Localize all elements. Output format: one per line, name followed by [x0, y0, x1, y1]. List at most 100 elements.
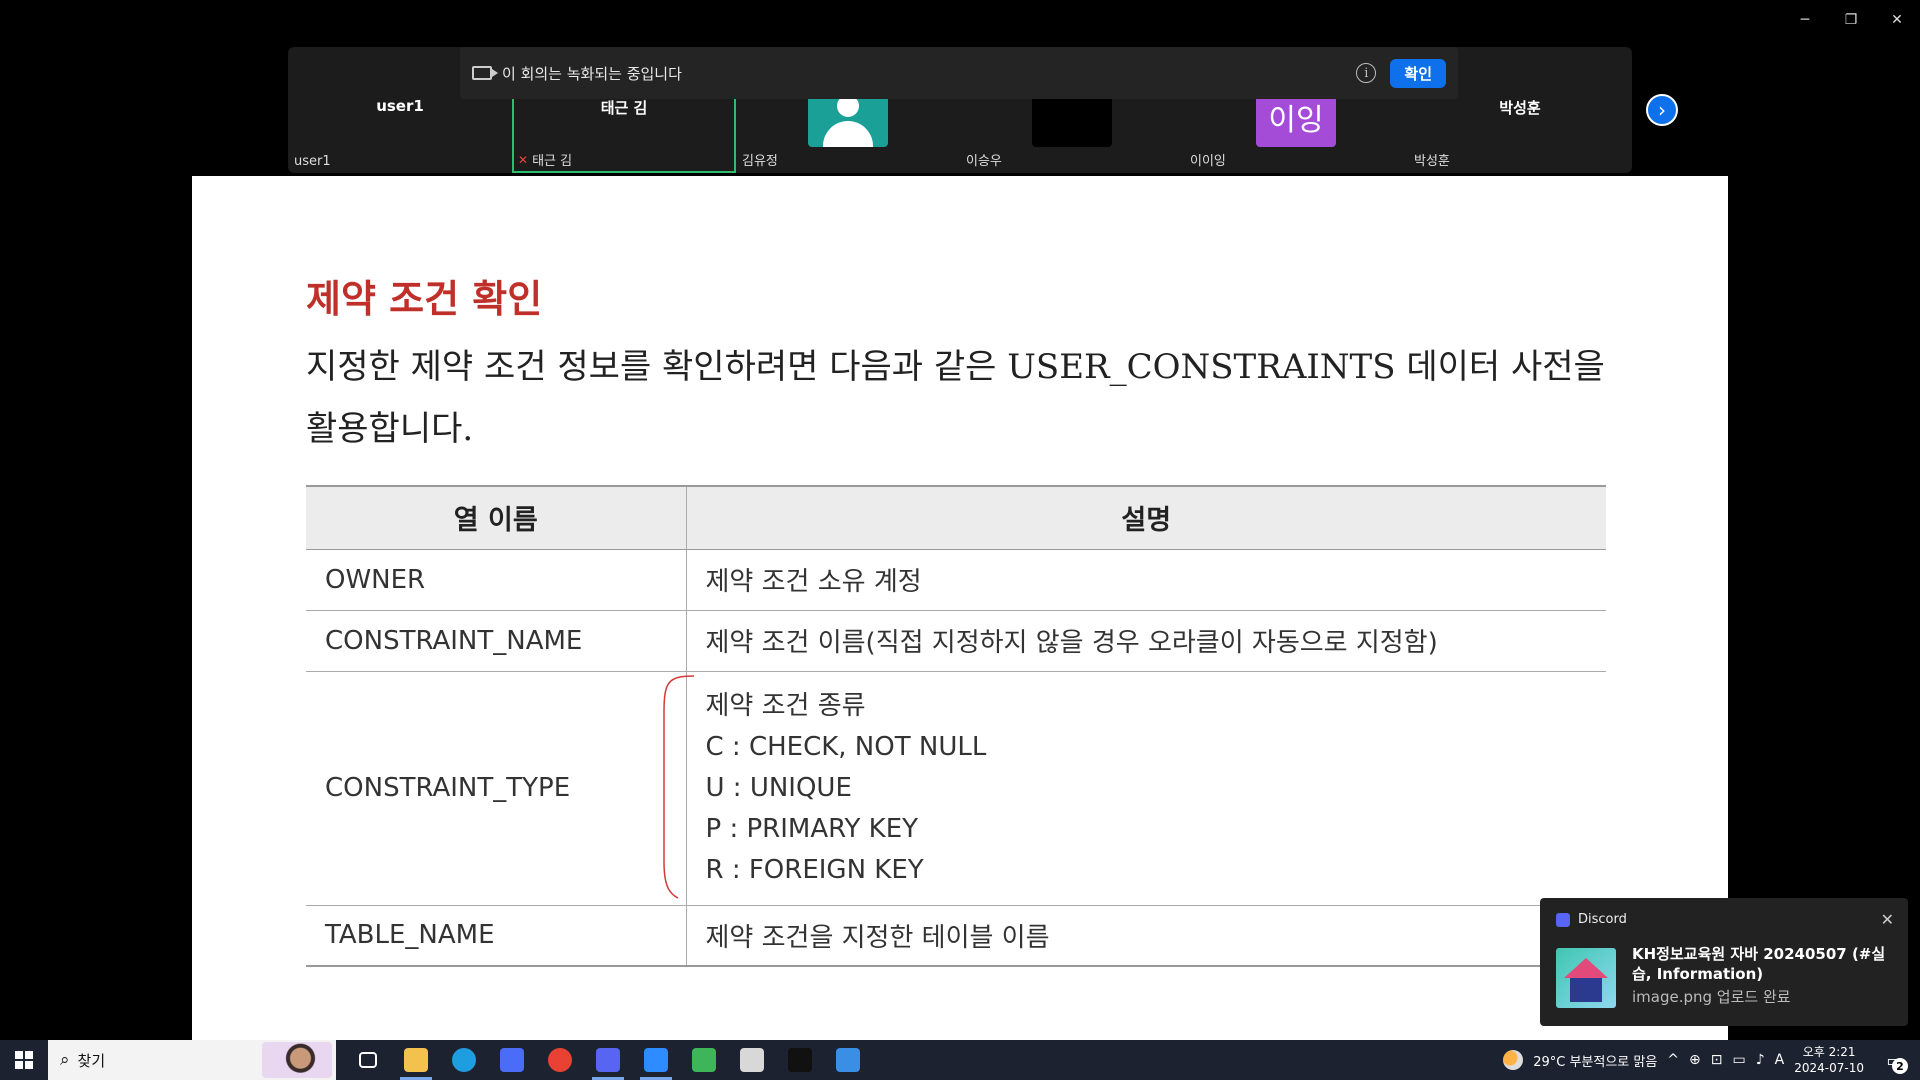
notepad-icon — [740, 1048, 764, 1072]
terminal-taskbar-button[interactable] — [776, 1040, 824, 1080]
taskbar-app-icons — [344, 1040, 872, 1080]
chrome-icon — [548, 1048, 572, 1072]
task-view-taskbar-button[interactable] — [344, 1040, 392, 1080]
toast-header: Discord — [1556, 912, 1627, 927]
handwritten-bracket-annotation — [663, 675, 695, 899]
terminal-icon — [788, 1048, 812, 1072]
meet-now-icon[interactable]: ⊕ — [1689, 1052, 1701, 1068]
row-desc-cell: 제약 조건 이름(직접 지정하지 않을 경우 오라클이 자동으로 지정함) — [686, 610, 1606, 672]
input-method-icon[interactable]: A — [1775, 1052, 1785, 1068]
start-button[interactable] — [0, 1040, 48, 1080]
participant-name-text: 이승우 — [966, 154, 1002, 169]
discord-notification-toast[interactable]: Discord ✕ KH정보교육원 자바 20240507 (#실습, Info… — [1540, 898, 1908, 1026]
table-row: OWNER 제약 조건 소유 계정 — [306, 549, 1606, 611]
participant-name-text: 김유정 — [742, 154, 778, 169]
next-page-arrow-icon[interactable]: › — [1646, 94, 1678, 126]
toast-subtitle: image.png 업로드 완료 — [1632, 988, 1791, 1006]
notification-count-badge: 2 — [1892, 1058, 1908, 1074]
search-placeholder: 찾기 — [77, 1051, 106, 1070]
slide-title: 제약 조건 확인 — [306, 277, 543, 321]
show-hidden-icons-icon[interactable]: ^ — [1667, 1052, 1679, 1068]
media-icon — [692, 1048, 716, 1072]
server-avatar-image — [1556, 948, 1616, 1008]
column-header-name: 열 이름 — [306, 485, 687, 550]
search-icon: ⌕ — [60, 1050, 70, 1070]
store-taskbar-button[interactable] — [488, 1040, 536, 1080]
info-icon[interactable]: i — [1356, 63, 1377, 83]
discord-taskbar-button[interactable] — [584, 1040, 632, 1080]
toast-title: KH정보교육원 자바 20240507 (#실습, Information) — [1632, 945, 1886, 983]
constraints-table: 열 이름 설명 OWNER 제약 조건 소유 계정 CONSTRAINT_NAM… — [306, 485, 1606, 967]
taskbar-search-box[interactable]: ⌕ 찾기 — [48, 1040, 336, 1080]
row-desc-cell: 제약 조건 소유 계정 — [686, 549, 1606, 611]
confirm-button[interactable]: 확인 — [1390, 58, 1446, 88]
edge-taskbar-button[interactable] — [440, 1040, 488, 1080]
participant-name-label: 이승우 — [966, 150, 1002, 169]
volume-icon[interactable]: ♪ — [1756, 1052, 1765, 1068]
table-row: TABLE_NAME 제약 조건을 지정한 테이블 이름 — [306, 905, 1606, 967]
row-name-cell: OWNER — [306, 549, 687, 611]
weather-icon[interactable] — [1503, 1050, 1524, 1070]
desc-line: P : PRIMARY KEY — [705, 813, 919, 844]
file-explorer-icon — [404, 1048, 428, 1072]
clock-time: 오후 2:21 — [1802, 1045, 1856, 1059]
participant-name-text: 이이잉 — [1190, 154, 1226, 169]
row-name-cell: TABLE_NAME — [306, 905, 687, 967]
participant-name-label: 김유정 — [742, 150, 778, 169]
window-controls: ─ ❐ ✕ — [1782, 0, 1920, 40]
mic-muted-icon: ✕ — [518, 152, 529, 167]
notification-center-icon[interactable]: ▭ 2 — [1874, 1040, 1914, 1080]
weather-text[interactable]: 29°C 부분적으로 맑음 — [1533, 1051, 1657, 1070]
close-icon[interactable]: ✕ — [1881, 910, 1894, 929]
toast-app-name: Discord — [1578, 912, 1627, 927]
row-desc-cell: 제약 조건 종류 C : CHECK, NOT NULL U : UNIQUE … — [686, 671, 1606, 906]
participant-name-text: 박성훈 — [1414, 154, 1450, 169]
file-explorer-taskbar-button[interactable] — [392, 1040, 440, 1080]
desc-line: C : CHECK, NOT NULL — [705, 731, 987, 762]
network-icon[interactable]: ▭ — [1733, 1052, 1746, 1068]
participant-name-label: 박성훈 — [1414, 150, 1450, 169]
store-icon — [500, 1048, 524, 1072]
row-desc-cell: 제약 조건을 지정한 테이블 이름 — [686, 905, 1606, 967]
row-name-cell: CONSTRAINT_TYPE — [306, 671, 687, 906]
participant-name-label: 이이잉 — [1190, 150, 1226, 169]
taskbar-clock[interactable]: 오후 2:21 2024-07-10 — [1794, 1044, 1864, 1076]
participant-display-name: user1 — [376, 97, 424, 115]
zoom-icon — [644, 1048, 668, 1072]
table-header-row: 열 이름 설명 — [306, 485, 1606, 550]
display-icon[interactable]: ⊡ — [1711, 1052, 1723, 1068]
participant-name-label: ✕ 태근 김 — [518, 150, 573, 170]
desc-line: U : UNIQUE — [705, 772, 852, 803]
search-highlight-image — [262, 1042, 332, 1078]
participant-name-text: 태근 김 — [532, 154, 573, 169]
video-camera-icon — [472, 66, 498, 80]
paint-taskbar-button[interactable] — [824, 1040, 872, 1080]
windows-logo-icon — [15, 1051, 33, 1069]
minimize-button[interactable]: ─ — [1782, 0, 1828, 40]
column-header-description: 설명 — [686, 485, 1606, 550]
participant-name-label: user1 — [294, 154, 331, 169]
recording-notice-bar: 이 회의는 녹화되는 중입니다 i 확인 — [460, 47, 1458, 99]
participant-display-name: 태근 김 — [600, 99, 648, 117]
shared-screen-slide: 제약 조건 확인 지정한 제약 조건 정보를 확인하려면 다음과 같은 USER… — [192, 176, 1728, 1040]
slide-body-text: 지정한 제약 조건 정보를 확인하려면 다음과 같은 USER_CONSTRAI… — [306, 347, 1605, 449]
restore-button[interactable]: ❐ — [1828, 0, 1874, 40]
notepad-taskbar-button[interactable] — [728, 1040, 776, 1080]
system-tray: 29°C 부분적으로 맑음 ^ ⊕ ⊡ ▭ ♪ A 오후 2:21 2024-0… — [1503, 1040, 1920, 1080]
close-button[interactable]: ✕ — [1874, 0, 1920, 40]
recording-notice-text: 이 회의는 녹화되는 중입니다 — [502, 64, 682, 83]
paint-icon — [836, 1048, 860, 1072]
media-taskbar-button[interactable] — [680, 1040, 728, 1080]
discord-icon — [596, 1048, 620, 1072]
zoom-taskbar-button[interactable] — [632, 1040, 680, 1080]
participant-display-name: 박성훈 — [1499, 99, 1541, 117]
table-row: CONSTRAINT_TYPE 제약 조건 종류 C : CHECK, NOT … — [306, 671, 1606, 906]
clock-date: 2024-07-10 — [1794, 1061, 1864, 1075]
edge-icon — [452, 1048, 476, 1072]
chrome-taskbar-button[interactable] — [536, 1040, 584, 1080]
participant-name-text: user1 — [294, 154, 331, 169]
desc-line: R : FOREIGN KEY — [705, 854, 924, 885]
task-view-icon — [359, 1052, 377, 1068]
table-row: CONSTRAINT_NAME 제약 조건 이름(직접 지정하지 않을 경우 오… — [306, 610, 1606, 672]
discord-icon — [1556, 912, 1570, 927]
